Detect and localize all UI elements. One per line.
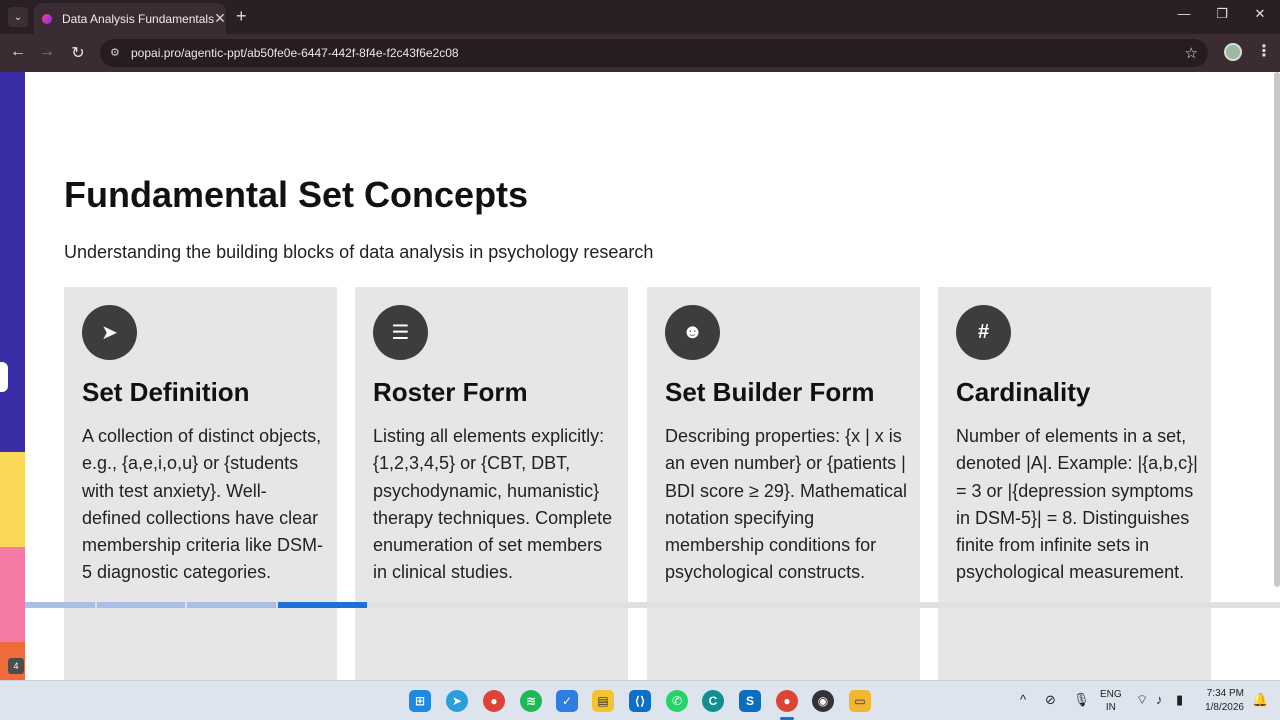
slide-viewport: 4 Fundamental Set Concepts Understanding…	[0, 72, 1280, 680]
browser-menu-icon[interactable]: ⋮	[1256, 41, 1272, 61]
concept-card-set-builder-form: ☻ Set Builder Form Describing properties…	[647, 287, 920, 680]
wifi-icon[interactable]: ⌔	[1136, 692, 1148, 708]
popai-favicon-icon	[42, 13, 52, 24]
checklist-icon: ☰	[373, 305, 428, 360]
card-body: Describing properties: {x | x is an even…	[665, 426, 907, 583]
browser-tab-strip: ⌄ Data Analysis Fundamentals ✕ + — ❐ ✕	[0, 0, 1280, 34]
close-window-button[interactable]: ✕	[1250, 6, 1270, 22]
region-code: IN	[1105, 702, 1116, 713]
card-title: Set Definition	[82, 377, 250, 407]
slide-progress-segment[interactable]	[97, 602, 185, 608]
forward-arrow-icon[interactable]: →	[37, 43, 57, 61]
windows-taskbar: ⊞ ➤ ● ≋ ✓ ▤ ⟨⟩ ✆ C S ● ◉ ▭ ^ ⊘ 🎙 ENG IN …	[0, 680, 1280, 720]
telegram-icon[interactable]: ➤	[446, 690, 468, 712]
notification-bell-icon[interactable]: 🔔	[1252, 692, 1268, 708]
todo-check-icon[interactable]: ✓	[556, 690, 578, 712]
maximize-button[interactable]: ❐	[1212, 6, 1232, 22]
clock-date: 1/8/2026	[1205, 702, 1244, 713]
c-app-icon[interactable]: C	[702, 690, 724, 712]
file-explorer-icon[interactable]: ▭	[849, 690, 871, 712]
clock-time: 7:34 PM	[1206, 688, 1244, 699]
spotify-icon[interactable]: ≋	[520, 690, 542, 712]
active-tab[interactable]: Data Analysis Fundamentals ✕	[34, 3, 226, 34]
slide-progress-segment[interactable]	[187, 602, 276, 608]
back-arrow-icon[interactable]: ←	[8, 43, 28, 61]
volume-icon[interactable]: ♪	[1156, 692, 1163, 707]
card-title: Cardinality	[956, 377, 1091, 407]
card-title: Set Builder Form	[665, 377, 875, 407]
vscode-icon[interactable]: ⟨⟩	[629, 690, 651, 712]
tab-search-button[interactable]: ⌄	[8, 7, 28, 27]
concept-card-cardinality: # Cardinality Number of elements in a se…	[938, 287, 1211, 680]
side-color-strip-yellow	[0, 452, 25, 547]
slide-subtitle: Understanding the building blocks of dat…	[64, 242, 654, 262]
slide-progress-segment-active[interactable]	[278, 602, 367, 608]
language-indicator[interactable]: ENG IN	[1100, 688, 1122, 714]
minimize-button[interactable]: —	[1174, 6, 1194, 21]
tray-overflow-chevron-icon[interactable]: ^	[1020, 692, 1026, 707]
reload-icon[interactable]: ↻	[68, 43, 88, 63]
windows-start-icon[interactable]: ⊞	[409, 690, 431, 712]
hash-icon: #	[956, 305, 1011, 360]
slide-number-badge: 4	[8, 658, 24, 674]
page-scrollbar[interactable]	[1274, 72, 1280, 587]
concept-card-set-definition: ➤ Set Definition A collection of distinc…	[64, 287, 337, 680]
smiley-icon: ☻	[665, 305, 720, 360]
address-bar[interactable]: ⚙ popai.pro/agentic-ppt/ab50fe0e-6447-44…	[100, 39, 1208, 67]
sync-off-icon[interactable]: ⊘	[1045, 692, 1056, 708]
language-code: ENG	[1100, 689, 1122, 700]
s-app-icon[interactable]: S	[739, 690, 761, 712]
chrome-icon[interactable]: ●	[483, 690, 505, 712]
browser-toolbar: ← → ↻ ⚙ popai.pro/agentic-ppt/ab50fe0e-6…	[0, 34, 1280, 72]
site-info-icon[interactable]: ⚙	[110, 46, 124, 60]
card-body: Listing all elements explicitly: {1,2,3,…	[373, 426, 613, 583]
card-body: Number of elements in a set, denoted |A|…	[956, 426, 1198, 583]
tab-close-icon[interactable]: ✕	[214, 10, 226, 27]
obs-icon[interactable]: ◉	[812, 690, 834, 712]
concept-card-roster-form: ☰ Roster Form Listing all elements expli…	[355, 287, 628, 680]
tab-title: Data Analysis Fundamentals	[62, 11, 215, 26]
card-body: A collection of distinct objects, e.g., …	[82, 426, 324, 583]
bookmark-star-icon[interactable]: ☆	[1185, 44, 1198, 62]
slide-title: Fundamental Set Concepts	[64, 174, 529, 215]
paper-plane-icon: ➤	[82, 305, 137, 360]
url-text[interactable]: popai.pro/agentic-ppt/ab50fe0e-6447-442f…	[131, 46, 459, 60]
system-clock[interactable]: 7:34 PM 1/8/2026	[1200, 687, 1244, 715]
slide-progress-segment[interactable]	[25, 602, 95, 608]
side-panel-handle[interactable]	[0, 362, 8, 392]
sticky-notes-icon[interactable]: ▤	[592, 690, 614, 712]
battery-icon[interactable]: ▮	[1176, 692, 1183, 708]
side-color-strip-pink	[0, 547, 25, 642]
chrome-active-icon[interactable]: ●	[776, 690, 798, 712]
whatsapp-icon[interactable]: ✆	[666, 690, 688, 712]
card-title: Roster Form	[373, 377, 528, 407]
new-tab-button[interactable]: +	[236, 7, 247, 25]
profile-avatar[interactable]	[1224, 43, 1242, 61]
side-color-strip-purple	[0, 72, 25, 452]
microphone-icon[interactable]: 🎙	[1073, 692, 1090, 708]
